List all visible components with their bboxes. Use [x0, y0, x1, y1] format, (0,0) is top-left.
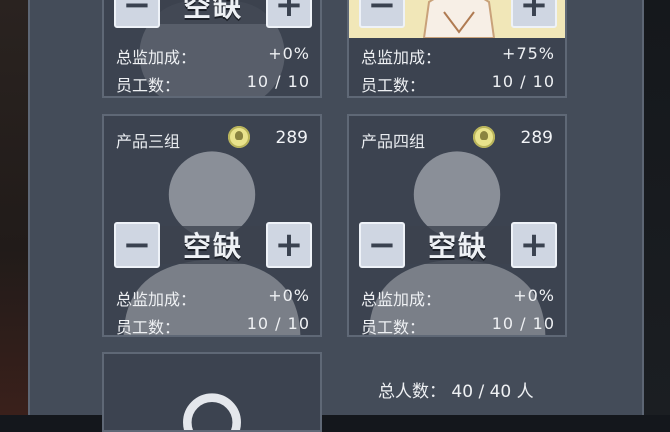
- staff-controls: − 空缺 +: [114, 0, 312, 28]
- increase-director-button[interactable]: +: [266, 222, 312, 268]
- increase-director-button[interactable]: +: [266, 0, 312, 28]
- director-bonus-value: +0%: [268, 286, 310, 305]
- group-card-3[interactable]: 产品三组 289 − 空缺 + 总监加成： +0% 员工数： 10 / 10: [102, 114, 322, 337]
- director-bonus-label: 总监加成：: [361, 48, 442, 67]
- increase-director-button[interactable]: +: [511, 222, 557, 268]
- vacant-label: 空缺: [405, 226, 511, 264]
- staff-count-row: 员工数： 10 / 10: [361, 72, 555, 96]
- staff-count-row: 员工数： 10 / 10: [116, 72, 310, 96]
- group-points: 289: [520, 128, 553, 148]
- decrease-director-button[interactable]: −: [359, 222, 405, 268]
- director-bonus-row: 总监加成： +0%: [116, 286, 310, 310]
- staff-count-label: 员工数：: [361, 318, 426, 337]
- staff-controls: − +: [359, 0, 557, 28]
- idea-bulb-icon: [473, 126, 495, 148]
- group-card-2[interactable]: − + 总监加成： +75% 员工数： 10 / 10: [347, 0, 567, 98]
- staff-controls: − 空缺 +: [114, 222, 312, 268]
- background-right: [644, 0, 670, 415]
- director-bonus-row: 总监加成： +0%: [116, 44, 310, 68]
- director-bonus-label: 总监加成：: [116, 48, 197, 67]
- director-bonus-label: 总监加成：: [361, 290, 442, 309]
- director-bonus-value: +75%: [502, 44, 555, 63]
- director-bonus-value: +0%: [513, 286, 555, 305]
- increase-director-button[interactable]: +: [511, 0, 557, 28]
- group-points: 289: [275, 128, 308, 148]
- staff-count-label: 员工数：: [116, 318, 181, 337]
- group-title: 产品三组: [116, 132, 181, 151]
- director-bonus-row: 总监加成： +75%: [361, 44, 555, 68]
- group-card-4[interactable]: 产品四组 289 − 空缺 + 总监加成： +0% 员工数： 10 / 10: [347, 114, 567, 337]
- vacant-label: 空缺: [160, 226, 266, 264]
- vacant-label: 空缺: [160, 0, 266, 24]
- staff-count-row: 员工数： 10 / 10: [116, 314, 310, 337]
- decrease-director-button[interactable]: −: [359, 0, 405, 28]
- staff-count-value: 10 / 10: [491, 314, 555, 333]
- decrease-director-button[interactable]: −: [114, 0, 160, 28]
- staff-count-value: 10 / 10: [246, 314, 310, 333]
- total-headcount-value: 40 / 40 人: [451, 382, 534, 402]
- staff-count-value: 10 / 10: [246, 72, 310, 91]
- background-left: [0, 0, 28, 415]
- director-bonus-value: +0%: [268, 44, 310, 63]
- staff-controls: − 空缺 +: [359, 222, 557, 268]
- total-headcount: 总人数： 40 / 40 人: [378, 377, 534, 402]
- director-bonus-label: 总监加成：: [116, 290, 197, 309]
- staff-count-value: 10 / 10: [491, 72, 555, 91]
- decrease-director-button[interactable]: −: [114, 222, 160, 268]
- empty-seat-silhouette-icon: [183, 393, 241, 430]
- director-bonus-row: 总监加成： +0%: [361, 286, 555, 310]
- group-title: 产品四组: [361, 132, 426, 151]
- group-card-1[interactable]: − 空缺 + 总监加成： +0% 员工数： 10 / 10: [102, 0, 322, 98]
- staff-count-row: 员工数： 10 / 10: [361, 314, 555, 337]
- total-headcount-label: 总人数：: [378, 382, 446, 402]
- staff-count-label: 员工数：: [361, 76, 426, 95]
- idea-bulb-icon: [228, 126, 250, 148]
- department-panel: − 空缺 + 总监加成： +0% 员工数： 10 / 10 − + 总监加成： …: [28, 0, 644, 432]
- group-card-5[interactable]: [102, 352, 322, 432]
- staff-count-label: 员工数：: [116, 76, 181, 95]
